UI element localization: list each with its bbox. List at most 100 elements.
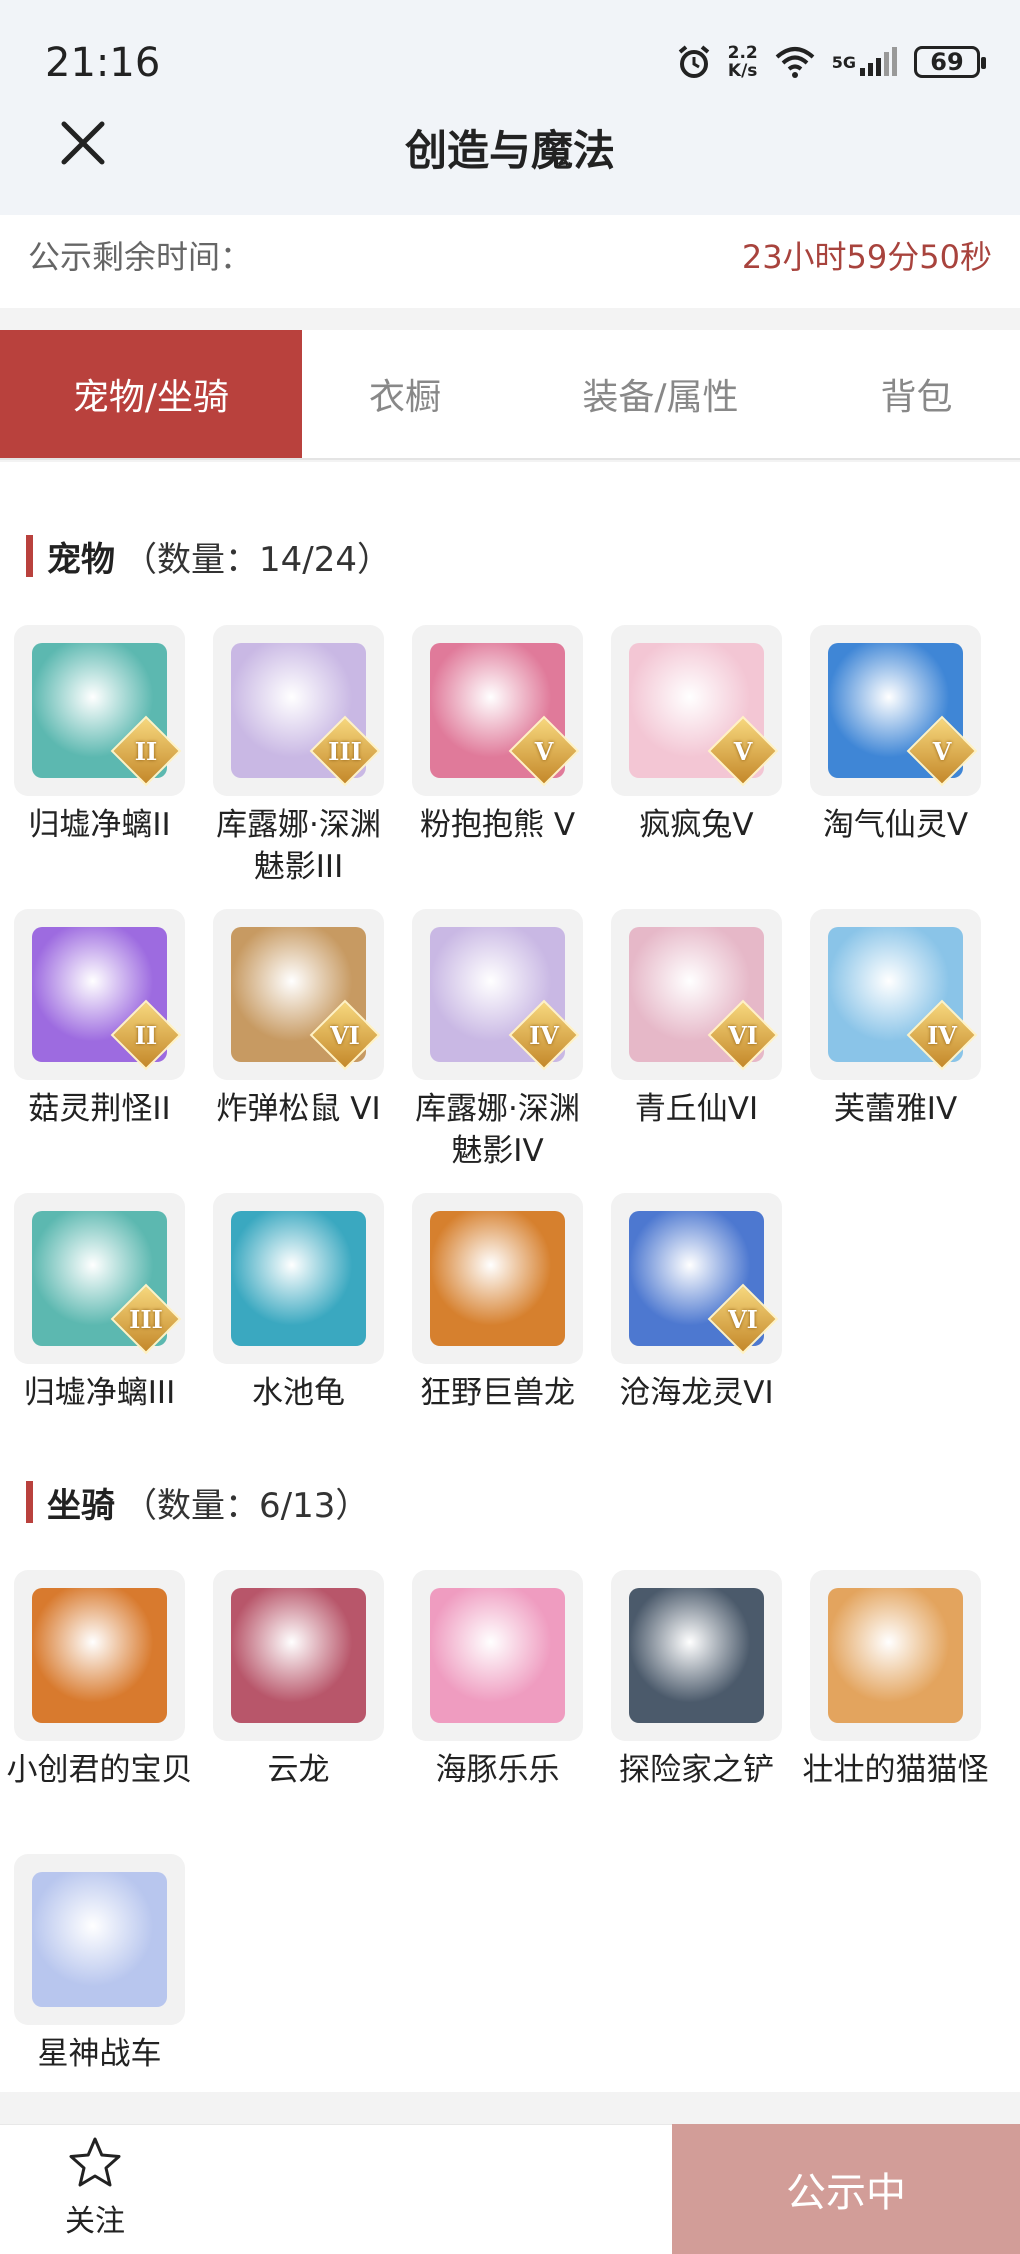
item-name: 库露娜·深渊魅影III bbox=[216, 807, 381, 885]
item-image: IV bbox=[810, 909, 981, 1080]
item-image: V bbox=[412, 625, 583, 796]
item-name: 探险家之铲 bbox=[619, 1752, 774, 1788]
item-image: III bbox=[14, 1193, 185, 1364]
rank-label: VI bbox=[728, 1304, 758, 1334]
item-artwork bbox=[231, 1588, 366, 1723]
status-time: 21:16 bbox=[45, 40, 161, 86]
item-card[interactable]: IV 芙蕾雅IV bbox=[796, 909, 995, 1130]
item-image bbox=[412, 1193, 583, 1364]
item-card[interactable]: III 库露娜·深渊魅影III bbox=[199, 625, 398, 888]
rank-label: V bbox=[733, 736, 753, 766]
item-image: II bbox=[14, 909, 185, 1080]
item-card[interactable]: V 疯疯兔V bbox=[597, 625, 796, 846]
tab-pets-mounts[interactable]: 宠物/坐骑 bbox=[0, 330, 302, 458]
follow-label: 关注 bbox=[65, 2204, 125, 2239]
status-icons: 2.2 K/s 5G 69 bbox=[676, 44, 986, 80]
tab-equipment[interactable]: 装备/属性 bbox=[508, 330, 813, 458]
net-speed-unit: K/s bbox=[727, 61, 758, 81]
item-image bbox=[412, 1570, 583, 1741]
item-name: 归墟净螭III bbox=[23, 1375, 176, 1411]
item-card[interactable]: 云龙 bbox=[199, 1570, 398, 1791]
tab-wardrobe[interactable]: 衣橱 bbox=[302, 330, 508, 458]
follow-button[interactable]: 关注 bbox=[40, 2136, 150, 2246]
rank-label: VI bbox=[330, 1020, 360, 1050]
item-card[interactable]: II 归墟净螭II bbox=[0, 625, 199, 846]
wifi-icon bbox=[774, 45, 816, 79]
publicity-status-button[interactable]: 公示中 bbox=[672, 2124, 1020, 2254]
item-card[interactable]: VI 沧海龙灵VI bbox=[597, 1193, 796, 1414]
net-speed: 2.2 K/s bbox=[728, 44, 758, 80]
item-card[interactable]: V 淘气仙灵V bbox=[796, 625, 995, 846]
item-name: 狂野巨兽龙 bbox=[420, 1375, 575, 1411]
pets-count: （数量：14/24） bbox=[123, 539, 391, 580]
item-card[interactable]: 探险家之铲 bbox=[597, 1570, 796, 1791]
pets-title: 宠物 bbox=[47, 539, 115, 580]
item-image bbox=[810, 1570, 981, 1741]
item-artwork bbox=[430, 1588, 565, 1723]
item-image: V bbox=[611, 625, 782, 796]
notice-remaining-time: 23小时59分50秒 bbox=[741, 238, 992, 276]
rank-label: III bbox=[129, 1304, 163, 1334]
network-type: 5G bbox=[831, 52, 856, 72]
rank-label: IV bbox=[927, 1020, 957, 1050]
item-artwork bbox=[828, 1588, 963, 1723]
item-name: 炸弹松鼠 VI bbox=[216, 1091, 381, 1127]
item-image: V bbox=[810, 625, 981, 796]
item-name: 归墟净螭II bbox=[28, 807, 171, 843]
item-artwork bbox=[430, 1211, 565, 1346]
item-card[interactable]: 狂野巨兽龙 bbox=[398, 1193, 597, 1414]
item-image: VI bbox=[213, 909, 384, 1080]
mounts-title: 坐骑 bbox=[47, 1485, 115, 1526]
rank-label: III bbox=[328, 736, 362, 766]
item-name: 粉抱抱熊 V bbox=[419, 807, 576, 843]
battery-icon: 69 bbox=[914, 46, 986, 78]
item-image bbox=[213, 1570, 384, 1741]
item-card[interactable]: 星神战车 bbox=[0, 1854, 199, 2075]
rank-label: V bbox=[534, 736, 554, 766]
star-icon bbox=[69, 2137, 121, 2187]
mounts-count: （数量：6/13） bbox=[123, 1485, 370, 1526]
item-card[interactable]: II 菇灵荆怪II bbox=[0, 909, 199, 1130]
item-image bbox=[213, 1193, 384, 1364]
item-card[interactable]: VI 炸弹松鼠 VI bbox=[199, 909, 398, 1130]
pets-section-title: 宠物 （数量：14/24） bbox=[26, 534, 391, 580]
item-card[interactable]: 海豚乐乐 bbox=[398, 1570, 597, 1791]
item-image: III bbox=[213, 625, 384, 796]
mounts-section-title: 坐骑 （数量：6/13） bbox=[26, 1480, 370, 1526]
rank-label: II bbox=[134, 1020, 158, 1050]
close-icon bbox=[61, 121, 105, 165]
item-name: 壮壮的猫猫怪 bbox=[802, 1752, 989, 1788]
item-name: 青丘仙VI bbox=[634, 1091, 759, 1127]
close-button[interactable] bbox=[58, 118, 108, 168]
item-image bbox=[14, 1854, 185, 2025]
item-name: 小创君的宝贝 bbox=[6, 1752, 193, 1788]
item-image: IV bbox=[412, 909, 583, 1080]
item-artwork bbox=[32, 1588, 167, 1723]
net-speed-value: 2.2 bbox=[727, 43, 758, 63]
item-name: 海豚乐乐 bbox=[435, 1752, 560, 1788]
item-name: 星神战车 bbox=[37, 2036, 162, 2072]
notice-label: 公示剩余时间： bbox=[28, 238, 253, 276]
item-name: 云龙 bbox=[267, 1752, 330, 1788]
item-image bbox=[14, 1570, 185, 1741]
tab-backpack[interactable]: 背包 bbox=[813, 330, 1020, 458]
item-artwork bbox=[231, 1211, 366, 1346]
item-card[interactable]: V 粉抱抱熊 V bbox=[398, 625, 597, 846]
item-name: 沧海龙灵VI bbox=[619, 1375, 774, 1411]
signal-icon: 5G bbox=[832, 46, 898, 78]
rank-label: IV bbox=[529, 1020, 559, 1050]
item-artwork bbox=[629, 1588, 764, 1723]
item-card[interactable]: 小创君的宝贝 bbox=[0, 1570, 199, 1791]
rank-label: VI bbox=[728, 1020, 758, 1050]
item-card[interactable]: VI 青丘仙VI bbox=[597, 909, 796, 1130]
item-card[interactable]: 水池龟 bbox=[199, 1193, 398, 1414]
section-accent-bar bbox=[26, 535, 33, 577]
rank-label: II bbox=[134, 736, 158, 766]
item-card[interactable]: 壮壮的猫猫怪 bbox=[796, 1570, 995, 1791]
tab-bar: 宠物/坐骑 衣橱 装备/属性 背包 bbox=[0, 330, 1020, 460]
item-card[interactable]: IV 库露娜·深渊魅影IV bbox=[398, 909, 597, 1172]
item-name: 芙蕾雅IV bbox=[833, 1091, 958, 1127]
item-card[interactable]: III 归墟净螭III bbox=[0, 1193, 199, 1414]
item-image: II bbox=[14, 625, 185, 796]
item-name: 疯疯兔V bbox=[639, 807, 754, 843]
